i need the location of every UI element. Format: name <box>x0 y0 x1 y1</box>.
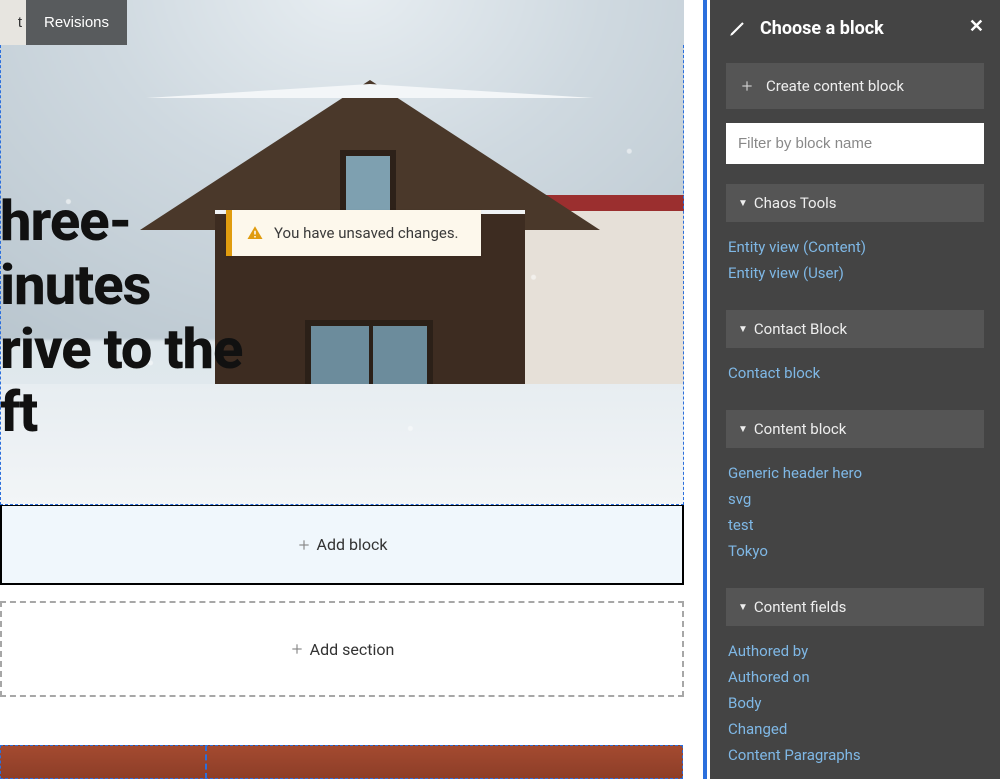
plus-icon <box>297 538 311 552</box>
unsaved-changes-toast: You have unsaved changes. <box>226 210 481 256</box>
block-link-content-paragraphs[interactable]: Content Paragraphs <box>728 742 982 768</box>
block-filter-input[interactable] <box>726 123 984 164</box>
block-link-svg[interactable]: svg <box>728 486 982 512</box>
add-section-label: Add section <box>310 640 395 659</box>
block-link-authored-by[interactable]: Authored by <box>728 638 982 664</box>
block-link-contact-block[interactable]: Contact block <box>728 360 982 386</box>
create-content-block-label: Create content block <box>766 77 904 95</box>
block-link-body[interactable]: Body <box>728 690 982 716</box>
toast-message: You have unsaved changes. <box>274 224 459 242</box>
group-links-content-fields: Authored by Authored on Body Changed Con… <box>726 626 984 772</box>
bottom-section-region[interactable] <box>0 745 683 779</box>
block-link-entity-view-content[interactable]: Entity view (Content) <box>728 234 982 260</box>
hero-lower-window <box>305 320 433 394</box>
add-block-label: Add block <box>317 535 388 554</box>
group-header-contact-block[interactable]: ▼ Contact Block <box>726 310 984 348</box>
block-link-entity-view-user[interactable]: Entity view (User) <box>728 260 982 286</box>
group-header-content-fields[interactable]: ▼ Content fields <box>726 588 984 626</box>
caret-down-icon: ▼ <box>738 602 748 613</box>
tab-edit-partial[interactable]: t <box>0 0 26 45</box>
sidebar-header: Choose a block ✕ <box>710 0 1000 57</box>
hero-house-roof-snow <box>146 84 594 98</box>
caret-down-icon: ▼ <box>738 324 748 335</box>
caret-down-icon: ▼ <box>738 424 748 435</box>
create-content-block-button[interactable]: Create content block <box>726 63 984 109</box>
caret-down-icon: ▼ <box>738 198 748 209</box>
pencil-icon <box>728 20 746 38</box>
tab-revisions[interactable]: Revisions <box>26 0 127 45</box>
block-link-changed[interactable]: Changed <box>728 716 982 742</box>
group-header-content-block[interactable]: ▼ Content block <box>726 410 984 448</box>
offcanvas-resize-handle[interactable] <box>703 0 707 779</box>
group-links-content-block: Generic header hero svg test Tokyo <box>726 448 984 568</box>
plus-icon <box>290 642 304 656</box>
group-links-chaos-tools: Entity view (Content) Entity view (User) <box>726 222 984 290</box>
bottom-section-column-divider <box>205 745 207 779</box>
sidebar-title: Choose a block <box>760 18 884 39</box>
close-icon[interactable]: ✕ <box>969 18 984 36</box>
group-header-chaos-tools[interactable]: ▼ Chaos Tools <box>726 184 984 222</box>
block-link-generic-header-hero[interactable]: Generic header hero <box>728 460 982 486</box>
group-title: Contact Block <box>754 320 847 338</box>
layout-builder-canvas: hree- inutes rive to the ft t Revisions … <box>0 0 707 779</box>
block-picker-sidebar: Choose a block ✕ Create content block ▼ … <box>710 0 1000 779</box>
block-link-authored-on[interactable]: Authored on <box>728 664 982 690</box>
plus-icon <box>740 79 754 93</box>
block-link-tokyo[interactable]: Tokyo <box>728 538 982 564</box>
group-links-contact-block: Contact block <box>726 348 984 390</box>
block-link-test[interactable]: test <box>728 512 982 538</box>
primary-tabs: t Revisions <box>0 0 127 45</box>
add-section-button[interactable]: Add section <box>0 601 684 697</box>
group-title: Content block <box>754 420 846 438</box>
warning-icon <box>246 224 264 242</box>
group-title: Chaos Tools <box>754 194 837 212</box>
group-title: Content fields <box>754 598 847 616</box>
hero-gable-window <box>340 150 396 218</box>
block-filter <box>726 123 984 164</box>
add-block-button[interactable]: Add block <box>0 505 684 585</box>
sidebar-body: Create content block ▼ Chaos Tools Entit… <box>710 63 1000 779</box>
hero-heading: hree- inutes rive to the ft <box>0 190 242 445</box>
